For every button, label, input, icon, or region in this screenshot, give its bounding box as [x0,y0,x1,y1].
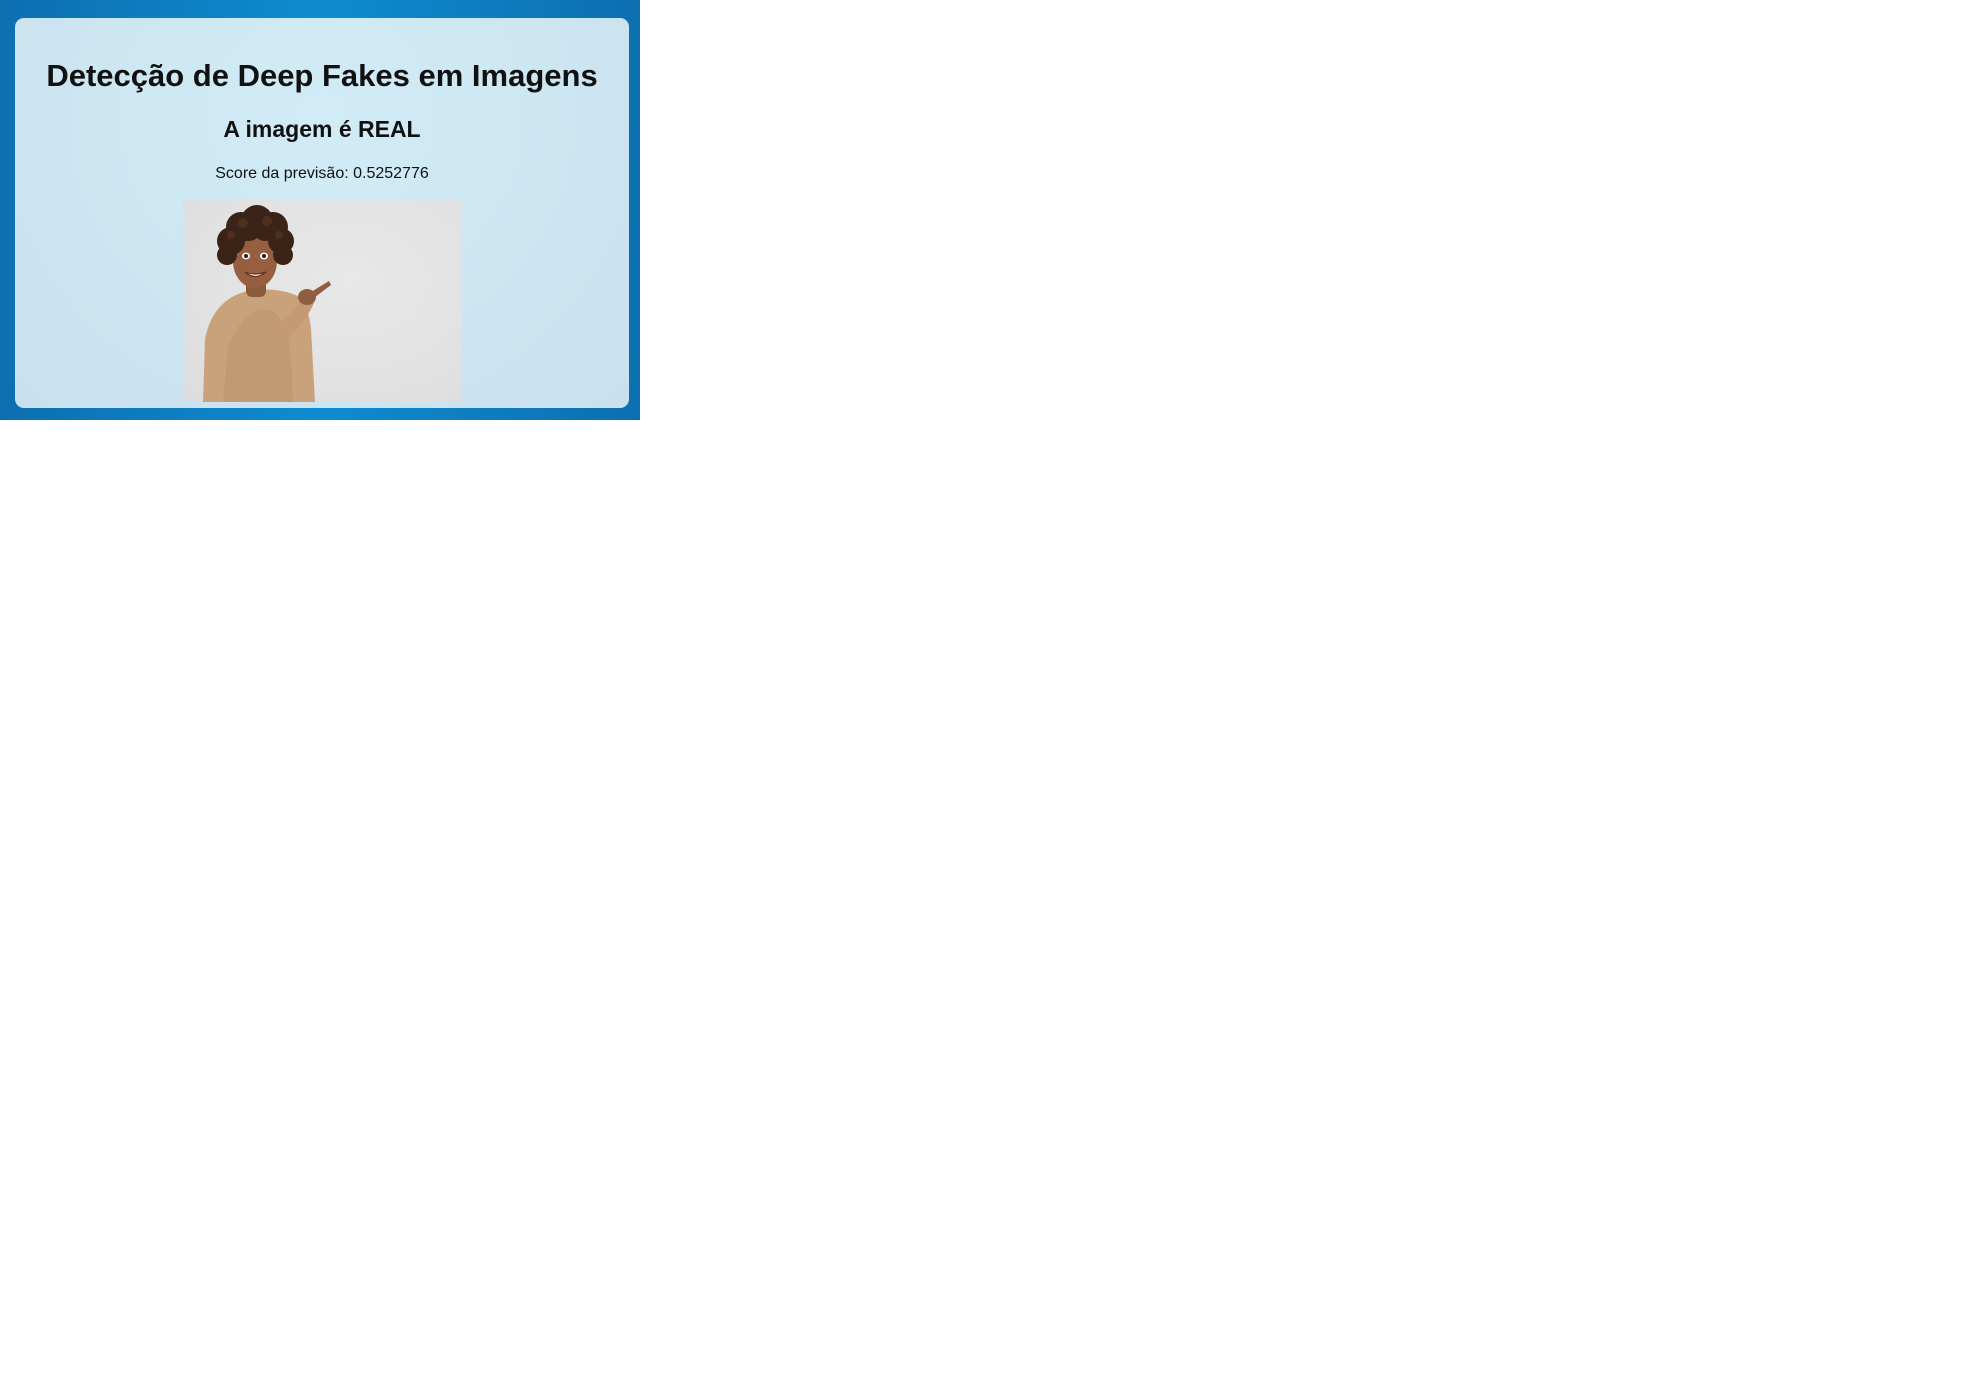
page-frame: Detecção de Deep Fakes em Imagens A imag… [0,0,640,420]
prediction-score: Score da previsão: 0.5252776 [215,165,429,182]
analyzed-image [183,199,461,402]
person-photo-illustration [203,205,331,402]
page-title: Detecção de Deep Fakes em Imagens [46,58,598,93]
result-card: Detecção de Deep Fakes em Imagens A imag… [15,18,629,408]
prediction-result: A imagem é REAL [223,116,421,142]
